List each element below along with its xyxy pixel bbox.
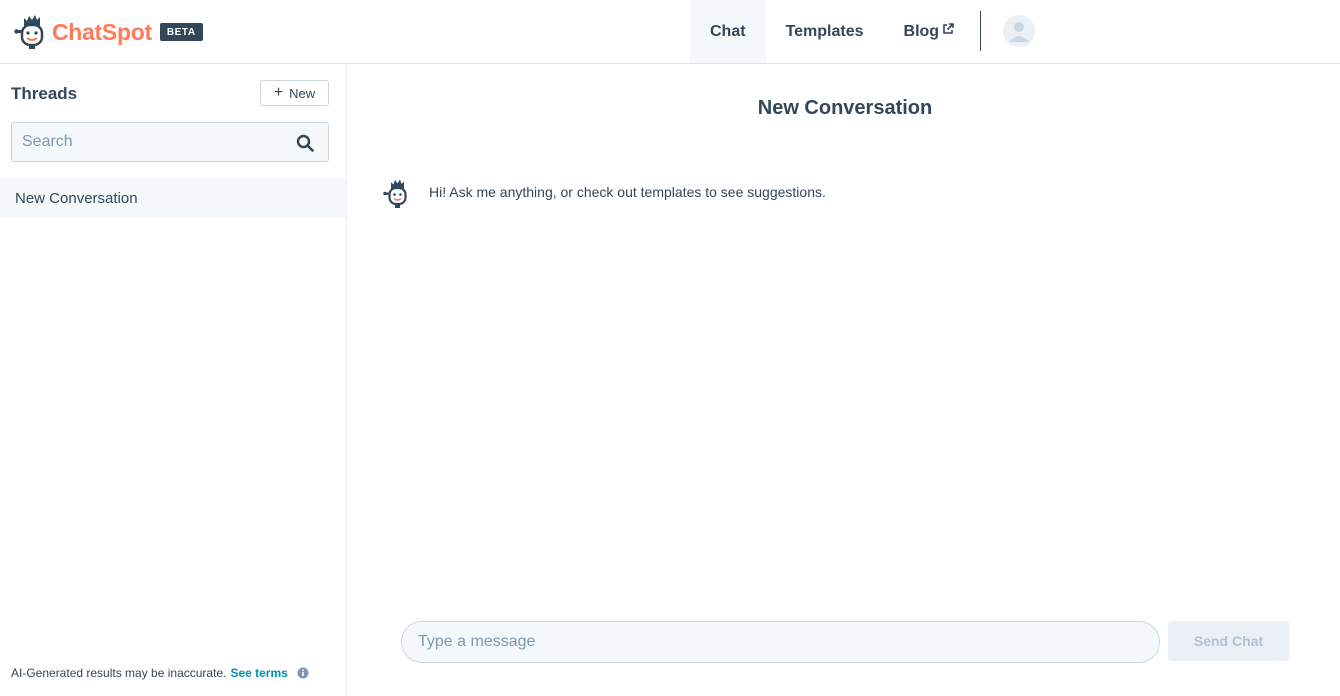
beta-badge: BETA	[159, 23, 203, 41]
plus-icon: +	[273, 84, 284, 101]
send-chat-button[interactable]: Send Chat	[1168, 621, 1289, 661]
tab-chat-label: Chat	[710, 22, 746, 40]
nav-divider	[980, 11, 981, 51]
chatspot-bot-icon	[383, 179, 407, 208]
external-link-icon	[943, 22, 954, 34]
bot-greeting-message: Hi! Ask me anything, or check out templa…	[429, 184, 826, 200]
threads-sidebar: Threads + New New Conversation AI-Genera…	[0, 64, 347, 696]
conversation-title: New Conversation	[757, 97, 933, 119]
new-thread-button[interactable]: + New	[260, 80, 329, 106]
top-navigation-bar: ChatSpot BETA Chat Templates Blog	[0, 0, 1340, 64]
brand-name: ChatSpot	[52, 18, 152, 45]
thread-search	[11, 122, 329, 162]
chatspot-logo[interactable]: ChatSpot BETA	[14, 12, 203, 52]
new-thread-label: New	[289, 85, 316, 101]
search-input[interactable]	[12, 123, 282, 161]
ai-disclaimer: AI-Generated results may be inaccurate. …	[11, 666, 309, 680]
tab-templates-label: Templates	[785, 22, 864, 40]
thread-list-item[interactable]: New Conversation	[0, 178, 346, 218]
tab-blog-label: Blog	[903, 22, 940, 40]
search-icon[interactable]	[296, 134, 314, 152]
user-avatar[interactable]	[1003, 15, 1035, 47]
main-nav: Chat Templates Blog	[690, 0, 974, 63]
tab-chat[interactable]: Chat	[690, 0, 766, 63]
chatspot-mascot-icon	[14, 15, 44, 49]
chat-panel: New Conversation Hi! Ask me anything, or…	[347, 64, 1340, 696]
message-input[interactable]	[401, 621, 1160, 663]
thread-label: New Conversation	[15, 189, 138, 207]
disclaimer-text: AI-Generated results may be inaccurate.	[11, 666, 227, 680]
user-silhouette-icon	[1009, 22, 1029, 42]
threads-heading: Threads	[11, 84, 78, 103]
info-icon[interactable]	[297, 667, 309, 679]
see-terms-link[interactable]: See terms	[230, 666, 287, 680]
tab-blog[interactable]: Blog	[884, 0, 975, 63]
tab-templates[interactable]: Templates	[766, 0, 884, 63]
